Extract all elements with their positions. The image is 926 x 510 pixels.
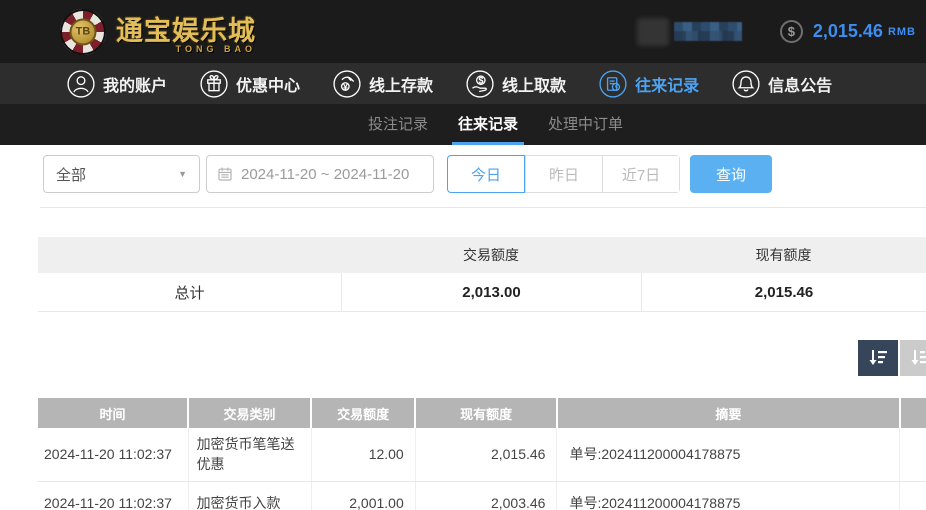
- sub-nav: 投注记录 往来记录 处理中订单: [0, 104, 926, 145]
- record-type: 加密货币笔笔送优惠: [188, 428, 311, 481]
- nav-label: 线上取款: [502, 72, 566, 96]
- col-note: 备注: [900, 398, 926, 428]
- summary-transaction-amount: 2,013.00: [341, 273, 641, 311]
- summary-header-current-amount: 现有额度: [641, 245, 926, 265]
- calendar-icon: [217, 166, 233, 182]
- chip-monogram: TB: [70, 18, 97, 45]
- col-summary: 摘要: [557, 398, 900, 428]
- type-select-value: 全部: [56, 164, 86, 185]
- sort-controls: [38, 340, 926, 376]
- withdraw-icon: $: [465, 69, 495, 99]
- balance-display[interactable]: $ 2,015.46 RMB: [780, 20, 916, 43]
- sort-amount-asc-button[interactable]: [900, 340, 926, 376]
- nav-label: 优惠中心: [236, 72, 300, 96]
- nav-item-records[interactable]: 往来记录: [598, 69, 699, 99]
- gift-icon: [199, 69, 229, 99]
- record-time: 2024-11-20 11:02:37: [38, 481, 188, 510]
- bell-icon: [731, 69, 761, 99]
- svg-text:¥: ¥: [343, 81, 349, 91]
- record-type: 加密货币入款: [188, 481, 311, 510]
- balance-amount: 2,015.46: [813, 21, 883, 42]
- nav-item-announcements[interactable]: 信息公告: [731, 69, 832, 99]
- chevron-down-icon: ▼: [178, 169, 187, 179]
- balance-currency: RMB: [888, 26, 916, 38]
- nav-item-deposit[interactable]: ¥ 线上存款: [332, 69, 433, 99]
- nav-label: 往来记录: [635, 72, 699, 96]
- logo-text: 通宝娱乐城 TONG BAO: [116, 9, 260, 54]
- top-header: TB 通宝娱乐城 TONG BAO $ 2,015.46 RMB: [0, 0, 926, 63]
- nav-item-my-account[interactable]: 我的账户: [66, 69, 167, 99]
- main-nav: 我的账户 优惠中心 ¥ 线上存款 $ 线上取款 往来记录 信息公告: [0, 63, 926, 104]
- record-note: [900, 481, 926, 510]
- record-note: [900, 428, 926, 481]
- quick-range-group: 今日 昨日 近7日: [447, 155, 680, 193]
- table-row: 2024-11-20 11:02:37 加密货币入款 2,001.00 2,00…: [38, 481, 926, 510]
- record-summary: 单号:202411200004178875: [557, 428, 900, 481]
- date-range-value: 2024-11-20 ~ 2024-11-20: [241, 166, 409, 183]
- range-today-button[interactable]: 今日: [447, 155, 525, 193]
- deposit-icon: ¥: [332, 69, 362, 99]
- search-button[interactable]: 查询: [690, 155, 772, 193]
- dollar-circle-icon: $: [780, 20, 803, 43]
- header-right: $ 2,015.46 RMB: [637, 18, 926, 46]
- col-amount: 交易额度: [311, 398, 415, 428]
- site-logo[interactable]: TB 通宝娱乐城 TONG BAO: [60, 9, 260, 55]
- summary-total-row: 总计 2,013.00 2,015.46: [38, 273, 926, 312]
- nav-label: 信息公告: [768, 72, 832, 96]
- username-blurred: [674, 22, 742, 41]
- col-type: 交易类别: [188, 398, 311, 428]
- svg-text:$: $: [478, 75, 483, 85]
- col-time: 时间: [38, 398, 188, 428]
- username-redacted: [637, 18, 742, 46]
- type-select[interactable]: 全部 ▼: [43, 155, 200, 193]
- nav-item-withdraw[interactable]: $ 线上取款: [465, 69, 566, 99]
- tab-betting-records[interactable]: 投注记录: [362, 104, 434, 145]
- col-balance: 现有额度: [415, 398, 557, 428]
- record-amount: 12.00: [311, 428, 415, 481]
- record-amount: 2,001.00: [311, 481, 415, 510]
- summary-current-amount: 2,015.46: [641, 273, 926, 311]
- records-table: 时间 交易类别 交易额度 现有额度 摘要 备注 2024-11-20 11:02…: [38, 398, 926, 510]
- sort-amount-desc-button[interactable]: [858, 340, 898, 376]
- summary-header-transaction-amount: 交易额度: [341, 245, 641, 265]
- sort-amount-asc-icon: [909, 347, 926, 369]
- site-name: 通宝娱乐城: [116, 16, 256, 46]
- table-row: 2024-11-20 11:02:37 加密货币笔笔送优惠 12.00 2,01…: [38, 428, 926, 481]
- range-last7days-button[interactable]: 近7日: [602, 156, 679, 192]
- date-range-input[interactable]: 2024-11-20 ~ 2024-11-20: [206, 155, 434, 193]
- record-balance: 2,015.46: [415, 428, 557, 481]
- user-avatar-blurred: [637, 18, 669, 46]
- nav-item-promotions[interactable]: 优惠中心: [199, 69, 300, 99]
- summary-total-label: 总计: [38, 273, 341, 311]
- content-area: 全部 ▼ 2024-11-20 ~ 2024-11-20 今日 昨日 近7日 查…: [0, 155, 926, 510]
- section-divider: [40, 207, 926, 208]
- summary-table-header: 交易额度 现有额度: [38, 237, 926, 273]
- nav-label: 我的账户: [103, 72, 167, 96]
- sort-amount-desc-icon: [867, 347, 889, 369]
- tab-pending-orders[interactable]: 处理中订单: [542, 104, 629, 145]
- user-icon: [66, 69, 96, 99]
- record-balance: 2,003.46: [415, 481, 557, 510]
- range-yesterday-button[interactable]: 昨日: [525, 156, 602, 192]
- summary-table: 交易额度 现有额度 总计 2,013.00 2,015.46: [38, 237, 926, 312]
- record-summary: 单号:202411200004178875: [557, 481, 900, 510]
- nav-label: 线上存款: [369, 72, 433, 96]
- record-time: 2024-11-20 11:02:37: [38, 428, 188, 481]
- poker-chip-icon: TB: [60, 9, 106, 55]
- records-icon: [598, 69, 628, 99]
- tab-transaction-records[interactable]: 往来记录: [452, 104, 524, 145]
- records-header-row: 时间 交易类别 交易额度 现有额度 摘要 备注: [38, 398, 926, 428]
- filter-bar: 全部 ▼ 2024-11-20 ~ 2024-11-20 今日 昨日 近7日 查…: [43, 155, 926, 193]
